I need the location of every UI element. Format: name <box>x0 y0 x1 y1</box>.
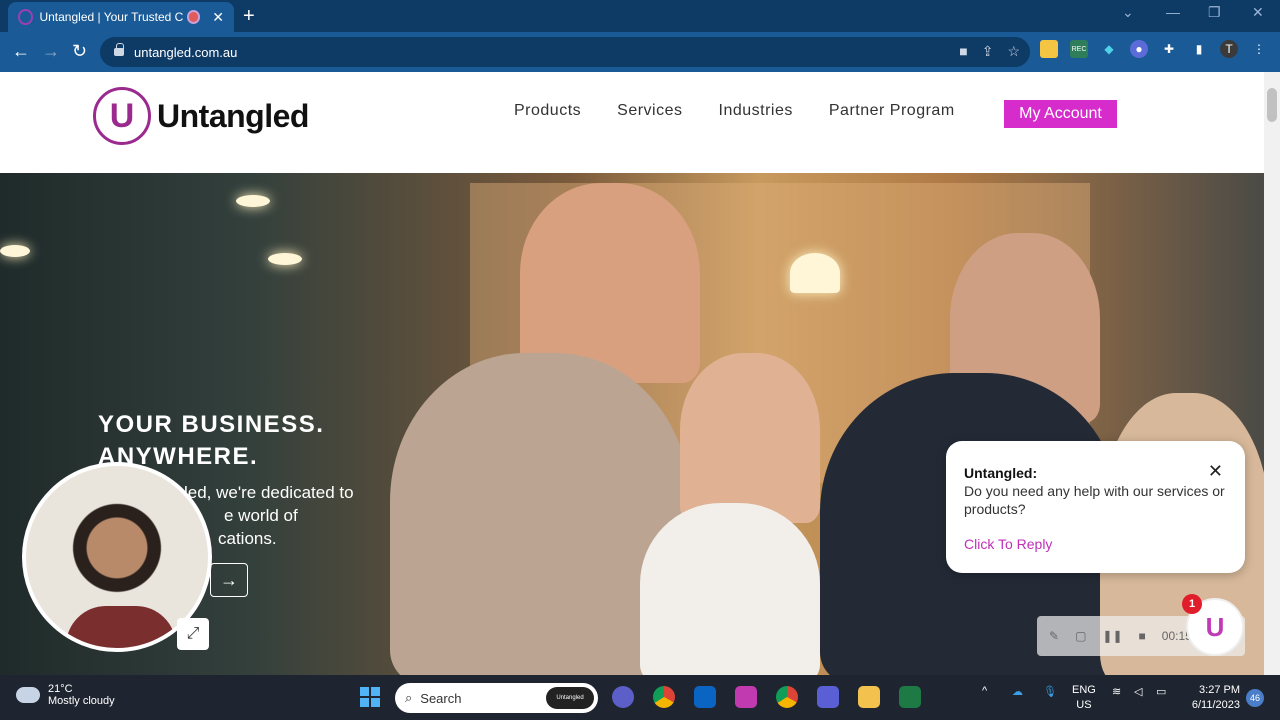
recording-indicator-icon <box>188 12 199 22</box>
volume-icon[interactable]: ◁ <box>1134 685 1142 698</box>
site-header: U Untangled Products Services Industries… <box>0 72 1264 173</box>
nav-services[interactable]: Services <box>617 102 682 120</box>
onedrive-icon[interactable]: ☁ <box>1012 685 1023 698</box>
browser-toolbar: ← → ↻ untangled.com.au ■ ⇪ ☆ REC ◆ ● ✚ ▮… <box>0 32 1280 72</box>
outlook-icon[interactable] <box>694 686 716 708</box>
logo-mark-icon: U <box>93 87 151 145</box>
chrome-icon[interactable] <box>653 686 675 708</box>
meet-icon[interactable] <box>612 686 634 708</box>
hero-person <box>680 353 820 523</box>
ceiling-light <box>0 245 30 257</box>
browser-tab[interactable]: Untangled | Your Trusted Cl ✕ <box>8 2 234 32</box>
chat-sender: Untangled: <box>964 465 1038 481</box>
share-icon[interactable]: ⇪ <box>982 43 994 60</box>
close-chat-icon[interactable]: ✕ <box>1208 461 1223 482</box>
ceiling-light <box>236 195 270 207</box>
search-highlight-badge: Untangled <box>546 687 594 709</box>
pendant-lamp <box>790 253 840 293</box>
taskbar-search[interactable]: ⌕ Search Untangled <box>395 683 598 713</box>
logo-text: Untangled <box>157 97 309 134</box>
language-indicator[interactable]: ENG US <box>1072 683 1096 713</box>
extension-yellow-icon[interactable] <box>1040 40 1058 58</box>
nav-products[interactable]: Products <box>514 102 581 120</box>
notification-count-badge[interactable]: 46 <box>1246 689 1264 707</box>
back-icon[interactable]: ← <box>12 41 30 62</box>
teams-icon[interactable] <box>817 686 839 708</box>
address-bar[interactable]: untangled.com.au ■ ⇪ ☆ <box>100 37 1030 67</box>
partly-cloudy-icon <box>13 682 40 703</box>
ceiling-light <box>268 253 302 265</box>
site-logo[interactable]: U Untangled <box>93 87 309 145</box>
search-placeholder: Search <box>420 690 462 706</box>
extension-gem-icon[interactable]: ◆ <box>1100 40 1118 58</box>
battery-icon[interactable]: ▭ <box>1156 685 1166 698</box>
pause-icon[interactable]: ❚❚ <box>1102 629 1122 643</box>
hero-person <box>640 503 820 675</box>
system-clock[interactable]: 3:27 PM 6/11/2023 <box>1192 683 1240 713</box>
note-icon[interactable]: ▢ <box>1075 629 1086 643</box>
weather-widget[interactable]: 21°C Mostly cloudy <box>13 682 115 707</box>
webcam-person <box>66 606 176 648</box>
my-account-button[interactable]: My Account <box>1004 100 1117 128</box>
nav-partner-program[interactable]: Partner Program <box>829 102 955 120</box>
show-hidden-icons-icon[interactable]: ^ <box>982 685 987 697</box>
side-panel-icon[interactable]: ▮ <box>1190 40 1208 58</box>
excel-icon[interactable] <box>899 686 921 708</box>
reload-icon[interactable]: ↻ <box>72 41 87 62</box>
windows-taskbar: 21°C Mostly cloudy ⌕ Search Untangled ^ … <box>0 675 1280 720</box>
maximize-icon[interactable]: ❐ <box>1208 4 1221 21</box>
camera-icon[interactable]: ■ <box>959 43 967 60</box>
unread-badge: 1 <box>1182 594 1202 614</box>
chrome-profile-icon[interactable] <box>776 686 798 708</box>
chat-message: Do you need any help with our services o… <box>964 483 1225 517</box>
pen-icon[interactable]: ✎ <box>1049 629 1059 643</box>
chat-reply-link[interactable]: Click To Reply <box>964 536 1227 552</box>
close-window-icon[interactable]: ✕ <box>1252 4 1264 21</box>
profile-avatar-icon[interactable]: T <box>1220 40 1238 58</box>
main-nav: Products Services Industries Partner Pro… <box>514 102 955 120</box>
minimize-icon[interactable]: — <box>1166 4 1180 20</box>
weather-temperature: 21°C <box>48 683 73 695</box>
extensions-puzzle-icon[interactable]: ✚ <box>1160 40 1178 58</box>
tab-search-icon[interactable]: ⌄ <box>1122 4 1134 21</box>
page-scrollbar[interactable] <box>1264 72 1280 675</box>
scrollbar-thumb[interactable] <box>1267 88 1277 122</box>
windows-start-icon[interactable] <box>360 687 380 707</box>
file-explorer-icon[interactable] <box>858 686 880 708</box>
chat-popup: Untangled: Do you need any help with our… <box>946 441 1245 573</box>
tab-title: Untangled | Your Trusted Cl <box>39 10 183 24</box>
nav-industries[interactable]: Industries <box>719 102 793 120</box>
extension-rec-icon[interactable]: REC <box>1070 40 1088 58</box>
weather-condition: Mostly cloudy <box>48 695 115 707</box>
new-tab-icon[interactable]: + <box>243 5 255 28</box>
stop-icon[interactable]: ■ <box>1139 629 1146 643</box>
search-icon: ⌕ <box>405 690 413 705</box>
url-text: untangled.com.au <box>134 44 238 60</box>
expand-icon[interactable]: ⤢ <box>177 618 209 650</box>
microphone-icon[interactable]: 🎙 <box>1043 685 1057 698</box>
forward-icon[interactable]: → <box>42 41 60 62</box>
wifi-icon[interactable]: ≋ <box>1112 685 1121 698</box>
clipchamp-icon[interactable] <box>735 686 757 708</box>
lock-icon <box>114 43 124 56</box>
site-favicon-icon <box>18 9 34 25</box>
extension-chat-icon[interactable]: ● <box>1130 40 1148 58</box>
close-tab-icon[interactable]: ✕ <box>212 9 224 26</box>
browser-titlebar: Untangled | Your Trusted Cl ✕ + ⌄ — ❐ ✕ <box>0 0 1280 32</box>
menu-dots-icon[interactable]: ⋮ <box>1250 40 1268 58</box>
bookmark-star-icon[interactable]: ☆ <box>1007 43 1020 60</box>
hero-arrow-button[interactable]: → <box>210 563 248 597</box>
